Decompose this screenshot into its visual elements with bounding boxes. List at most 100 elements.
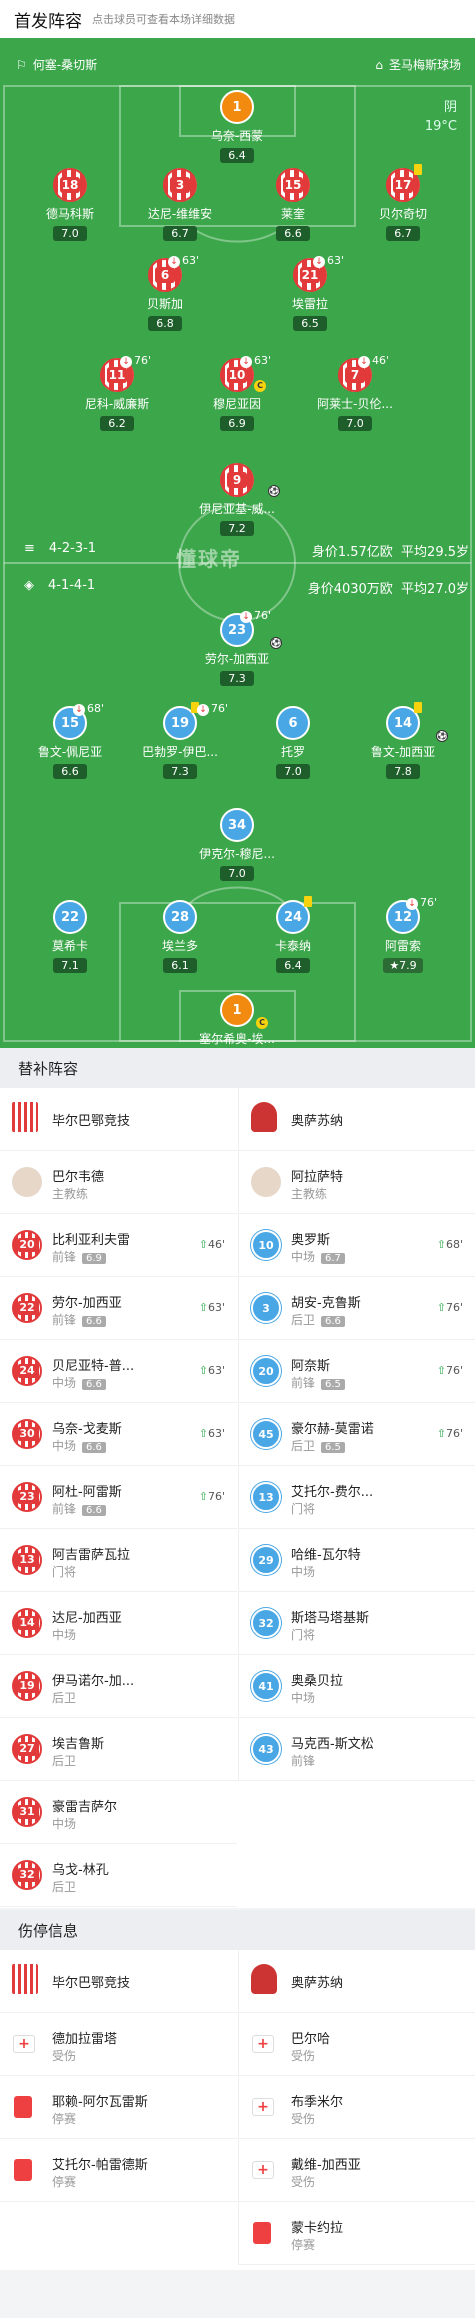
sub-player-row[interactable]: 45 豪尔赫-莫雷诺 后卫 6.5 ⇧76' <box>239 1403 475 1466</box>
captain-badge: C <box>254 380 266 392</box>
sub-player-row[interactable]: 23 阿杜-阿雷斯 前锋 6.6 ⇧76' <box>0 1466 237 1529</box>
player-marker[interactable]: 15 ↓ 68' 鲁文-佩尼亚 6.6 <box>15 702 125 779</box>
subs-section-title: 替补阵容 <box>0 1048 475 1088</box>
sub-player-row[interactable]: 19 伊马诺尔-加... 后卫 <box>0 1655 237 1718</box>
player-name: 德马科斯 <box>45 207 94 221</box>
injury-row[interactable]: + 布季米尔 受伤 <box>239 2076 475 2139</box>
player-kit: 15 <box>276 168 310 202</box>
injured-player-name: 艾托尔-帕雷德斯 <box>52 2158 148 2173</box>
sub-player-row[interactable]: 20 阿奈斯 前锋 6.5 ⇧76' <box>239 1340 475 1403</box>
injury-grid: 毕尔巴鄂竞技 + 德加拉雷塔 受伤 耶赖-阿尔瓦雷斯 停赛 艾托尔-帕雷德斯 停赛 奥萨苏纳 +… <box>0 1950 475 2270</box>
sub-player-row[interactable]: 13 艾托尔-费尔... 门将 <box>239 1466 475 1529</box>
player-name: 贝斯加 <box>146 297 183 311</box>
injury-row[interactable]: 艾托尔-帕雷德斯 停赛 <box>0 2139 237 2202</box>
sub-player-number: 23 <box>18 1490 36 1504</box>
sub-off-icon: ↓ <box>406 898 418 910</box>
player-marker[interactable]: 15 莱奎 6.6 <box>238 168 348 241</box>
sub-player-row[interactable]: 43 马克西-斯文松 前锋 <box>239 1718 475 1781</box>
sub-player-row[interactable]: 30 乌奈-戈麦斯 中场 6.6 ⇧63' <box>0 1403 237 1466</box>
injury-row[interactable]: 蒙卡约拉 停赛 <box>239 2202 475 2265</box>
player-marker[interactable]: 17 贝尔奇切 6.7 <box>348 164 458 241</box>
player-marker[interactable]: 14 ⚽ 鲁文-加西亚 7.8 <box>348 702 458 779</box>
sub-player-position: 前锋 6.9 <box>52 1248 106 1265</box>
player-name: 贝尔奇切 <box>378 207 427 221</box>
subs-grid: 毕尔巴鄂竞技 巴尔韦德 主教练 20 比利亚利夫雷 前锋 6.9 ⇧46' 22 劳尔-加西亚 前锋… <box>0 1088 475 1908</box>
player-marker[interactable]: 1 乌奈-西蒙 6.4 <box>182 90 292 163</box>
sub-minute: 63' <box>254 354 272 367</box>
injury-row[interactable]: + 德加拉雷塔 受伤 <box>0 2013 237 2076</box>
sub-player-kit: 24 <box>12 1356 42 1386</box>
player-marker[interactable]: 24 卡泰纳 6.4 <box>238 896 348 973</box>
player-number: 22 <box>60 910 80 925</box>
sub-player-row[interactable]: 31 豪雷吉萨尔 中场 <box>0 1781 237 1844</box>
sub-on-icon: ⇧ <box>198 1301 208 1314</box>
sub-player-name: 豪尔赫-莫雷诺 <box>291 1422 374 1437</box>
player-number: 14 <box>393 716 413 731</box>
sub-player-row[interactable]: 20 比利亚利夫雷 前锋 6.9 ⇧46' <box>0 1214 237 1277</box>
sub-player-number: 22 <box>18 1301 36 1315</box>
player-marker[interactable]: 23 ⚽ ↓ 76' 劳尔-加西亚 7.3 <box>182 609 292 686</box>
player-marker[interactable]: 6 托罗 7.0 <box>238 706 348 779</box>
sub-player-number: 14 <box>18 1616 36 1630</box>
player-rating: 6.7 <box>163 226 197 241</box>
player-marker[interactable]: 6 ↓ 63' 贝斯加 6.8 <box>110 254 220 331</box>
coach-row[interactable]: 巴尔韦德 主教练 <box>0 1151 237 1214</box>
sub-player-rating: 6.6 <box>82 1316 106 1327</box>
sub-player-number: 27 <box>18 1742 36 1756</box>
sub-player-position: 中场 <box>52 1817 77 1831</box>
club-logo-icon <box>12 1102 38 1132</box>
player-marker[interactable]: 12 ↓ 76' 阿雷索 ★7.9 <box>348 896 458 973</box>
player-marker[interactable]: 22 莫希卡 7.1 <box>15 900 125 973</box>
player-marker[interactable]: 28 埃兰多 6.1 <box>125 900 235 973</box>
sub-player-rating: 6.5 <box>321 1379 345 1390</box>
player-marker[interactable]: 34 伊克尔-穆尼... 7.0 <box>182 808 292 881</box>
player-marker[interactable]: 9 ⚽ 伊尼亚基-威... 7.2 <box>182 463 292 536</box>
player-number: 1 <box>232 100 242 115</box>
injury-icon: + <box>13 2035 35 2053</box>
player-name: 埃兰多 <box>161 939 198 953</box>
player-marker[interactable]: 18 德马科斯 7.0 <box>15 168 125 241</box>
sub-player-row[interactable]: 29 哈维-瓦尔特 中场 <box>239 1529 475 1592</box>
sub-on-minute: 63' <box>207 1364 225 1377</box>
away-value-row: 身价4030万欧 平均27.0岁 <box>308 578 469 597</box>
player-marker[interactable]: 10 C ↓ 63' 穆尼亚因 6.9 <box>182 354 292 431</box>
stadium-icon: ⌂ <box>375 57 383 72</box>
sub-player-row[interactable]: 13 阿吉雷萨瓦拉 门将 <box>0 1529 237 1592</box>
sub-player-row[interactable]: 27 埃吉鲁斯 后卫 <box>0 1718 237 1781</box>
sub-player-name: 胡安-克鲁斯 <box>291 1296 361 1311</box>
player-name: 巴勃罗-伊巴... <box>142 745 218 759</box>
sub-player-row[interactable]: 41 奥桑贝拉 中场 <box>239 1655 475 1718</box>
sub-player-number: 31 <box>18 1805 36 1819</box>
player-marker[interactable]: 11 ↓ 76' 尼科-威廉斯 6.2 <box>62 354 172 431</box>
sub-player-row[interactable]: 24 贝尼亚特-普... 中场 6.6 ⇧63' <box>0 1340 237 1403</box>
sub-on-indicator: ⇧76' <box>437 1364 463 1377</box>
sub-player-row[interactable]: 10 奥罗斯 中场 6.7 ⇧68' <box>239 1214 475 1277</box>
sub-player-row[interactable]: 32 斯塔马塔基斯 门将 <box>239 1592 475 1655</box>
player-number: 24 <box>283 910 303 925</box>
player-number: 12 <box>393 910 413 925</box>
player-rating: 7.0 <box>53 226 87 241</box>
player-rating: 7.8 <box>386 764 420 779</box>
sub-player-row[interactable]: 3 胡安-克鲁斯 后卫 6.6 ⇧76' <box>239 1277 475 1340</box>
player-marker[interactable]: 3 达尼-维维安 6.7 <box>125 168 235 241</box>
sub-player-row[interactable]: 32 乌戈-林孔 后卫 <box>0 1844 237 1907</box>
player-marker[interactable]: 7 ↓ 46' 阿莱士-贝伦... 7.0 <box>300 354 410 431</box>
sub-player-position: 中场 6.6 <box>52 1374 106 1391</box>
sub-player-kit: 23 <box>12 1482 42 1512</box>
sub-player-row[interactable]: 14 达尼-加西亚 中场 <box>0 1592 237 1655</box>
sub-off-indicator: ↓ 63' <box>313 254 344 268</box>
sub-off-indicator: ↓ 63' <box>168 254 199 268</box>
player-marker[interactable]: 1C塞尔希奥-埃...7.0 <box>182 993 292 1048</box>
temperature: 19°C <box>424 119 457 134</box>
home-club-icon: ≡ <box>24 541 35 556</box>
coach-role: 主教练 <box>52 1187 89 1201</box>
player-rating: 7.2 <box>220 521 254 536</box>
player-marker[interactable]: 19 ↓ 76' 巴勃罗-伊巴... 7.3 <box>125 702 235 779</box>
injury-row[interactable]: 耶赖-阿尔瓦雷斯 停赛 <box>0 2076 237 2139</box>
player-marker[interactable]: 21 ↓ 63' 埃雷拉 6.5 <box>255 254 365 331</box>
sub-player-number: 20 <box>18 1238 36 1252</box>
coach-row[interactable]: 阿拉萨特 主教练 <box>239 1151 475 1214</box>
sub-player-row[interactable]: 22 劳尔-加西亚 前锋 6.6 ⇧63' <box>0 1277 237 1340</box>
injury-row[interactable]: + 戴维-加西亚 受伤 <box>239 2139 475 2202</box>
injury-row[interactable]: + 巴尔哈 受伤 <box>239 2013 475 2076</box>
